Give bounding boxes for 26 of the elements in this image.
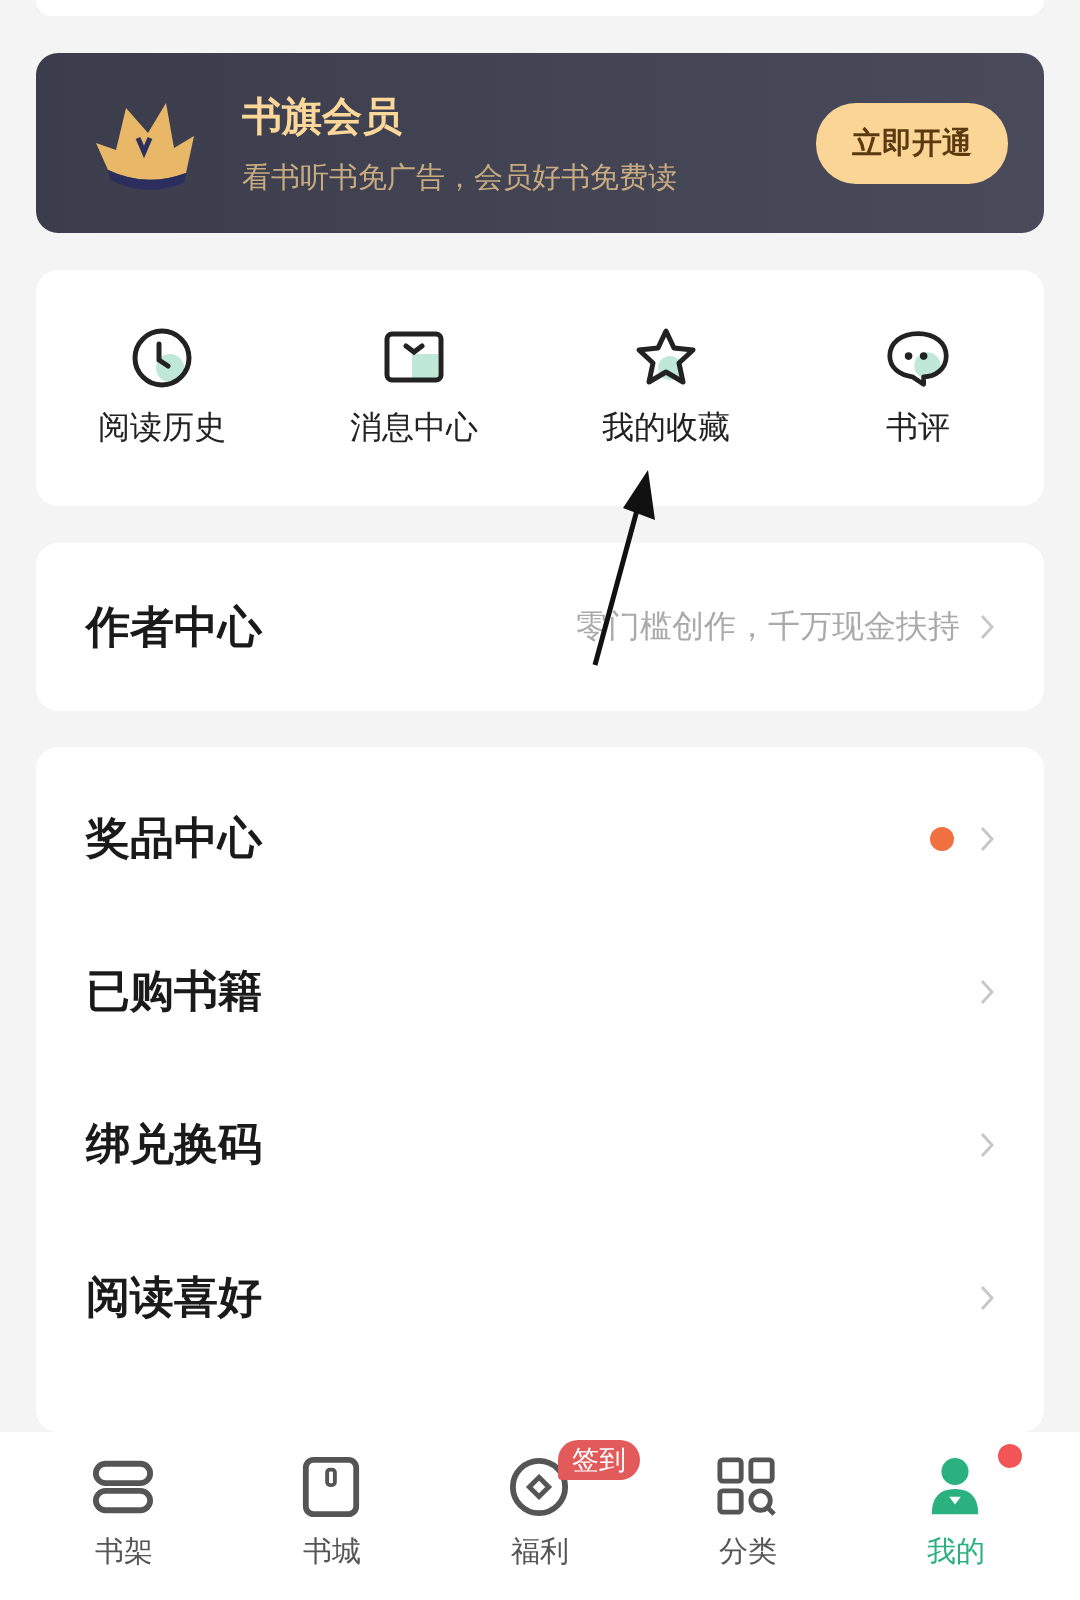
menu-item[interactable]: 阅读喜好 — [86, 1268, 980, 1327]
tab[interactable]: 签到 福利 — [436, 1432, 644, 1600]
chevron-icon — [980, 978, 994, 1005]
tab[interactable]: 书城 — [228, 1432, 436, 1600]
chevron-icon — [980, 825, 994, 852]
shortcut-label[interactable]: 书评 — [886, 406, 950, 450]
book-icon — [300, 1456, 362, 1518]
grid-icon — [716, 1456, 778, 1518]
shortcut-label[interactable]: 我的收藏 — [602, 406, 730, 450]
row-title: 作者中心 — [86, 599, 264, 654]
tab[interactable]: 分类 — [644, 1432, 852, 1600]
shortcut-label[interactable]: 阅读历史 — [98, 406, 226, 450]
menu-item[interactable]: 绑兑换码 — [86, 1115, 980, 1174]
menu-item[interactable]: 已购书籍 — [86, 962, 980, 1021]
chevron-icon — [980, 614, 994, 640]
chevron-icon — [980, 1131, 994, 1158]
shortcut-label[interactable]: 消息中心 — [350, 406, 478, 450]
coin-icon — [508, 1456, 570, 1518]
check-in-badge: 签到 — [558, 1440, 640, 1480]
banner-title: 书旗会员 — [242, 91, 403, 141]
tab[interactable]: 书架 — [20, 1432, 228, 1600]
banner-subtitle: 看书听书免广告，会员好书免费读 — [242, 158, 678, 196]
open-membership-button[interactable]: 立即开通 — [816, 102, 1008, 184]
menu-item[interactable]: 奖品中心 — [86, 809, 930, 868]
clock-icon[interactable] — [130, 326, 194, 390]
chevron-icon — [980, 1284, 994, 1311]
